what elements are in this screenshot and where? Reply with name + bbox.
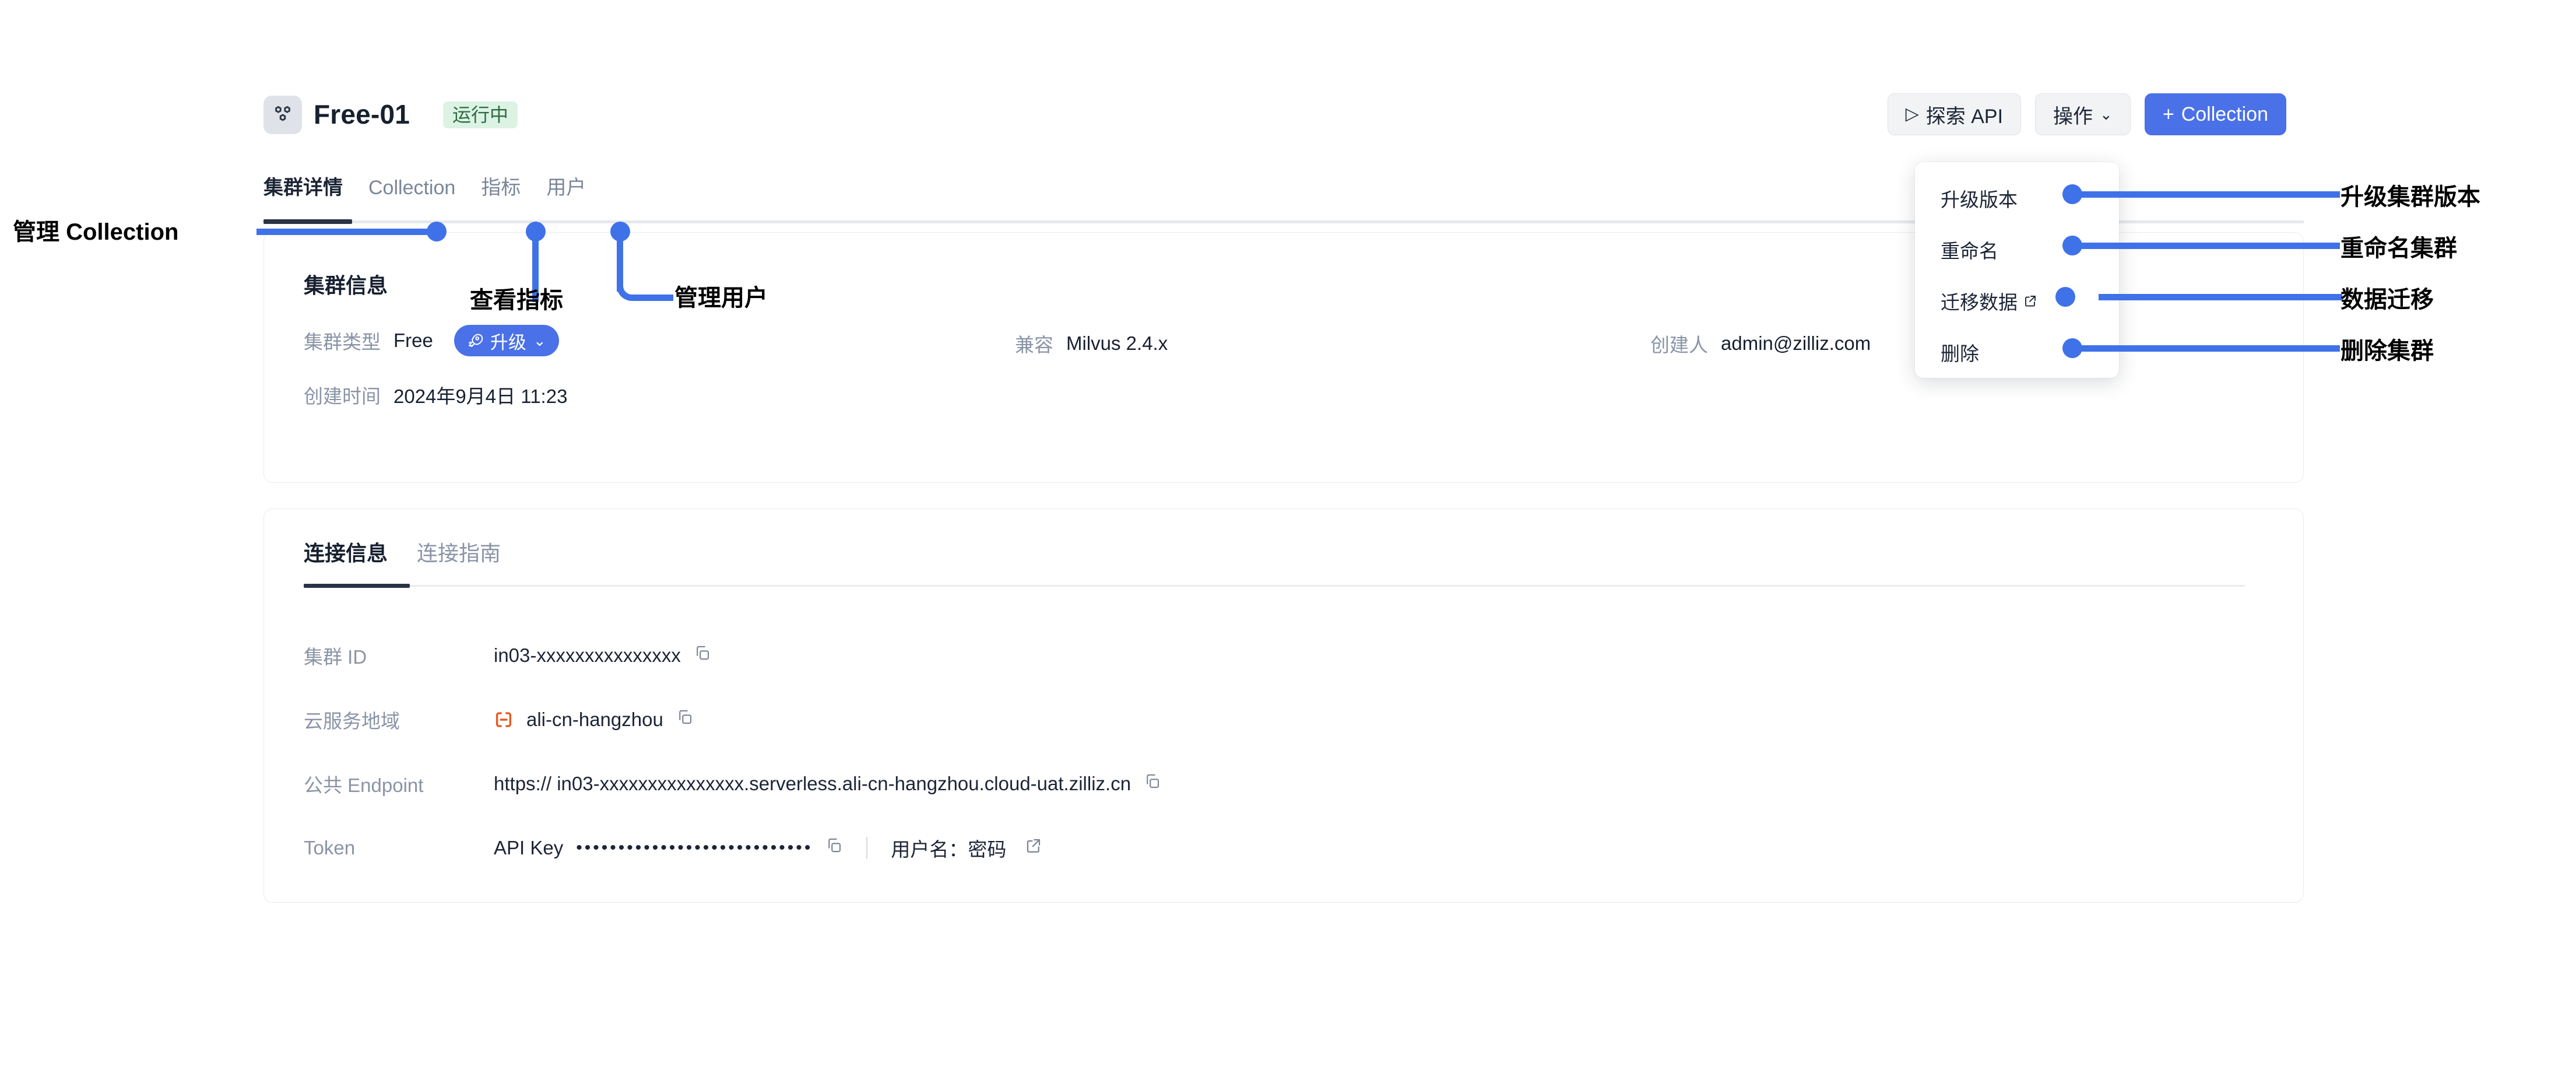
token-value-group: API Key •••••••••••••••••••••••••••• 用户名… (494, 834, 1042, 862)
cluster-id-value-group: in03-xxxxxxxxxxxxxxx (494, 644, 711, 667)
milvus-compat-field: 兼容 Milvus 2.4.x (1015, 330, 1168, 358)
cluster-id-value: in03-xxxxxxxxxxxxxxx (494, 644, 681, 666)
copy-icon[interactable] (676, 709, 694, 731)
tabs-active-indicator (263, 219, 352, 224)
cluster-hexagons-icon (263, 96, 302, 134)
created-time-field: 创建时间 2024年9月4日 11:23 (304, 381, 567, 409)
creator-field: 创建人 admin@zilliz.com (1650, 330, 1871, 358)
tab-cluster-details[interactable]: 集群详情 (263, 174, 343, 208)
page-header: Free-01 运行中 ▷ 探索 API 操作 ⌄ + Collection (263, 93, 2304, 147)
menu-item-label: 迁移数据 (1941, 292, 2018, 313)
region-value: ali-cn-hangzhou (526, 709, 663, 730)
app-screenshot-region: Free-01 运行中 ▷ 探索 API 操作 ⌄ + Collection 集… (0, 0, 2576, 1090)
tab-metrics[interactable]: 指标 (481, 174, 521, 208)
explore-api-label: 探索 API (1925, 105, 2004, 128)
divider (866, 837, 868, 859)
menu-item-migrate-data[interactable]: 迁移数据 (1915, 275, 2119, 327)
menu-item-upgrade-version[interactable]: 升级版本 (1915, 173, 2119, 224)
upgrade-plan-button[interactable]: 升级 ⌄ (454, 325, 559, 356)
token-alt-label[interactable]: 用户名：密码 (891, 834, 1006, 862)
upgrade-label: 升级 (490, 332, 526, 353)
create-collection-button[interactable]: + Collection (2144, 93, 2286, 135)
cluster-type-field: 集群类型 Free 升级 ⌄ (304, 325, 559, 356)
creator-value: admin@zilliz.com (1721, 332, 1871, 354)
play-icon: ▷ (1905, 104, 1919, 124)
actions-dropdown-menu: 升级版本 重命名 迁移数据 删除 (1915, 162, 2119, 378)
copy-icon[interactable] (694, 644, 711, 667)
menu-item-rename[interactable]: 重命名 (1915, 224, 2119, 275)
endpoint-value: https:// in03-xxxxxxxxxxxxxxx.serverless… (494, 773, 1131, 794)
connection-tabs-active-indicator (304, 584, 410, 588)
tab-users[interactable]: 用户 (546, 174, 586, 208)
plus-icon: + (2162, 103, 2174, 125)
token-label: Token (304, 837, 356, 858)
cluster-type-value: Free (393, 330, 433, 351)
cluster-info-title: 集群信息 (304, 274, 388, 297)
tab-connection-guide[interactable]: 连接指南 (417, 538, 501, 569)
region-value-group: ali-cn-hangzhou (494, 709, 694, 731)
connection-card: 连接信息 连接指南 集群 ID in03-xxxxxxxxxxxxxxx 云服务… (263, 509, 2304, 903)
cluster-type-label: 集群类型 (304, 331, 381, 353)
status-badge: 运行中 (443, 101, 518, 128)
connection-row-region: 云服务地域 ali-cn-hangzhou (304, 688, 2245, 752)
cluster-info-row-2: 创建时间 2024年9月4日 11:23 (304, 381, 2262, 437)
chevron-down-icon: ⌄ (2100, 106, 2113, 123)
connection-row-endpoint: 公共 Endpoint https:// in03-xxxxxxxxxxxxxx… (304, 752, 2245, 816)
chevron-down-icon: ⌄ (533, 332, 546, 349)
tab-collection[interactable]: Collection (368, 174, 455, 208)
create-collection-label: Collection (2181, 103, 2268, 125)
copy-icon[interactable] (825, 837, 843, 859)
connection-row-token: Token API Key ••••••••••••••••••••••••••… (304, 816, 2245, 880)
tab-connection-info[interactable]: 连接信息 (304, 538, 388, 569)
page-title: Free-01 (314, 99, 410, 129)
connection-tabs: 连接信息 连接指南 (304, 538, 501, 569)
cluster-id-label: 集群 ID (304, 646, 367, 668)
actions-menu-button[interactable]: 操作 ⌄ (2035, 93, 2131, 135)
connection-row-cluster-id: 集群 ID in03-xxxxxxxxxxxxxxx (304, 623, 2245, 688)
rocket-icon (468, 334, 483, 348)
connection-rows: 集群 ID in03-xxxxxxxxxxxxxxx 云服务地域 ali-cn-… (304, 623, 2245, 880)
header-actions: ▷ 探索 API 操作 ⌄ + Collection (1887, 93, 2286, 135)
menu-item-label: 删除 (1941, 343, 1979, 364)
token-masked-value: •••••••••••••••••••••••••••• (576, 838, 813, 857)
menu-item-label: 升级版本 (1941, 189, 2018, 211)
milvus-compat-label: 兼容 (1015, 334, 1053, 356)
breadcrumb (326, 63, 653, 78)
connection-tabs-rule (304, 585, 2245, 587)
created-time-label: 创建时间 (304, 385, 381, 407)
alibaba-cloud-icon (494, 710, 514, 730)
creator-label: 创建人 (1650, 334, 1708, 356)
menu-item-label: 重命名 (1941, 240, 1998, 262)
external-link-icon (2023, 294, 2037, 308)
endpoint-value-group: https:// in03-xxxxxxxxxxxxxxx.serverless… (494, 773, 1161, 795)
milvus-compat-value: Milvus 2.4.x (1066, 332, 1168, 354)
region-label: 云服务地域 (304, 710, 400, 732)
external-link-icon[interactable] (1025, 837, 1042, 859)
menu-item-delete[interactable]: 删除 (1915, 327, 2119, 378)
created-time-value: 2024年9月4日 11:23 (393, 385, 568, 407)
endpoint-label: 公共 Endpoint (304, 774, 424, 796)
token-type-label: API Key (494, 837, 564, 858)
copy-icon[interactable] (1144, 773, 1161, 795)
explore-api-button[interactable]: ▷ 探索 API (1887, 93, 2022, 135)
actions-label: 操作 (2053, 105, 2093, 128)
